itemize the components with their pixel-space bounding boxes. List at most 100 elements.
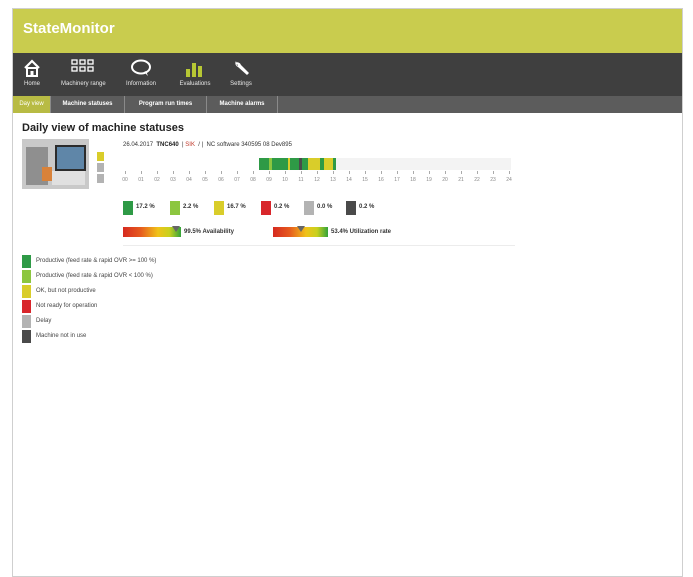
nav-settings[interactable]: Settings (226, 57, 256, 93)
grid-icon (71, 59, 94, 72)
nav-evaluations-label: Evaluations (179, 81, 211, 87)
hour-label: 16 (378, 177, 384, 183)
stat-value: 2.2 % (183, 204, 199, 210)
home-icon (24, 59, 40, 77)
axis-tick (493, 171, 494, 174)
stat-value: 0.2 % (274, 204, 290, 210)
legend-label: OK, but not productive (36, 288, 96, 294)
axis-tick (477, 171, 478, 174)
axis-tick (141, 171, 142, 174)
nav-machinery-label: Machinery range (61, 81, 106, 87)
axis-tick (173, 171, 174, 174)
availability-marker (172, 226, 180, 232)
hour-label: 10 (282, 177, 288, 183)
nav-home[interactable]: Home (19, 57, 45, 93)
stat-value: 0.0 % (317, 204, 333, 210)
stat-value: 17.2 % (136, 204, 155, 210)
nav-information-label: Information (125, 81, 156, 87)
legend-label: Productive (feed rate & rapid OVR < 100 … (36, 273, 153, 279)
legend-swatch (22, 330, 31, 343)
stat-productive-full: 17.2 % (123, 201, 167, 215)
hour-label: 02 (154, 177, 160, 183)
tab-day-view[interactable]: Day view (13, 96, 51, 113)
axis-tick (413, 171, 414, 174)
axis-tick (333, 171, 334, 174)
stat-value: 0.2 % (359, 204, 375, 210)
legend-swatch (22, 285, 31, 298)
tab-machine-alarms[interactable]: Machine alarms (207, 96, 278, 113)
nav-machinery-range[interactable]: Machinery range (61, 57, 106, 93)
stat-value: 16.7 % (227, 204, 246, 210)
hour-label: 05 (202, 177, 208, 183)
info-sep: / | (198, 142, 204, 148)
legend-swatch (22, 270, 31, 283)
stat-delay: 0.0 % (304, 201, 344, 215)
info-date: 26.04.2017 (123, 142, 154, 148)
machine-image[interactable] (22, 139, 89, 189)
tab-program-run-times[interactable]: Program run times (125, 96, 207, 113)
axis-tick (461, 171, 462, 174)
hour-label: 00 (122, 177, 128, 183)
timeline-segment (324, 158, 333, 170)
legend-swatch (22, 315, 31, 328)
hour-label: 09 (266, 177, 272, 183)
axis-tick (381, 171, 382, 174)
axis-tick (429, 171, 430, 174)
hour-label: 13 (330, 177, 336, 183)
timeline-segment (272, 158, 288, 170)
hour-label: 17 (394, 177, 400, 183)
availability-label: 99.5% Availability (184, 229, 234, 235)
stat-swatch (304, 201, 314, 215)
info-model: TNC640 (156, 142, 179, 148)
status-swatch-yellow (97, 152, 104, 161)
legend-label: Delay (36, 318, 52, 324)
hour-label: 07 (234, 177, 240, 183)
status-swatch-gray (97, 163, 104, 172)
legend-label: Productive (feed rate & rapid OVR >= 100… (36, 258, 157, 264)
tab-bar: Day view Machine statuses Program run ti… (13, 96, 682, 113)
app-title: StateMonitor (23, 20, 115, 37)
status-timeline[interactable] (259, 158, 511, 170)
hour-label: 23 (490, 177, 496, 183)
axis-tick (269, 171, 270, 174)
hour-label: 08 (250, 177, 256, 183)
hour-label: 18 (410, 177, 416, 183)
info-nc-software: NC software 340595 08 Dev895 (206, 142, 292, 148)
page-title: Daily view of machine statuses (22, 122, 185, 134)
info-state: SIK (185, 142, 195, 148)
nav-settings-label: Settings (230, 81, 252, 87)
axis-tick (205, 171, 206, 174)
axis-tick (301, 171, 302, 174)
hour-label: 21 (458, 177, 464, 183)
stat-not-in-use: 0.2 % (346, 201, 386, 215)
main-nav: Home Machinery range Information Evaluat… (13, 53, 682, 96)
timeline-segment (308, 158, 320, 170)
legend-label: Not ready for operation (36, 303, 98, 309)
hour-label: 01 (138, 177, 144, 183)
nav-evaluations[interactable]: Evaluations (176, 57, 214, 93)
hour-label: 15 (362, 177, 368, 183)
axis-tick (189, 171, 190, 174)
tab-machine-statuses[interactable]: Machine statuses (51, 96, 125, 113)
bar-chart-icon (186, 63, 202, 77)
axis-tick (349, 171, 350, 174)
legend-swatch (22, 255, 31, 268)
axis-tick (365, 171, 366, 174)
stat-swatch (123, 201, 133, 215)
hour-label: 22 (474, 177, 480, 183)
status-swatch-gray-2 (97, 174, 104, 183)
legend-swatch (22, 300, 31, 313)
stat-swatch (261, 201, 271, 215)
nav-information[interactable]: Information (121, 57, 161, 93)
app-header: StateMonitor (13, 9, 682, 53)
hour-label: 11 (298, 177, 304, 183)
utilization-marker (297, 226, 305, 232)
divider (123, 245, 515, 246)
machine-info-line: 26.04.2017 TNC640 | SIK / | NC software … (123, 142, 292, 148)
wrench-icon (235, 61, 249, 75)
axis-tick (509, 171, 510, 174)
hour-label: 20 (442, 177, 448, 183)
nav-home-label: Home (23, 81, 40, 87)
stat-productive-reduced: 2.2 % (170, 201, 210, 215)
axis-tick (125, 171, 126, 174)
